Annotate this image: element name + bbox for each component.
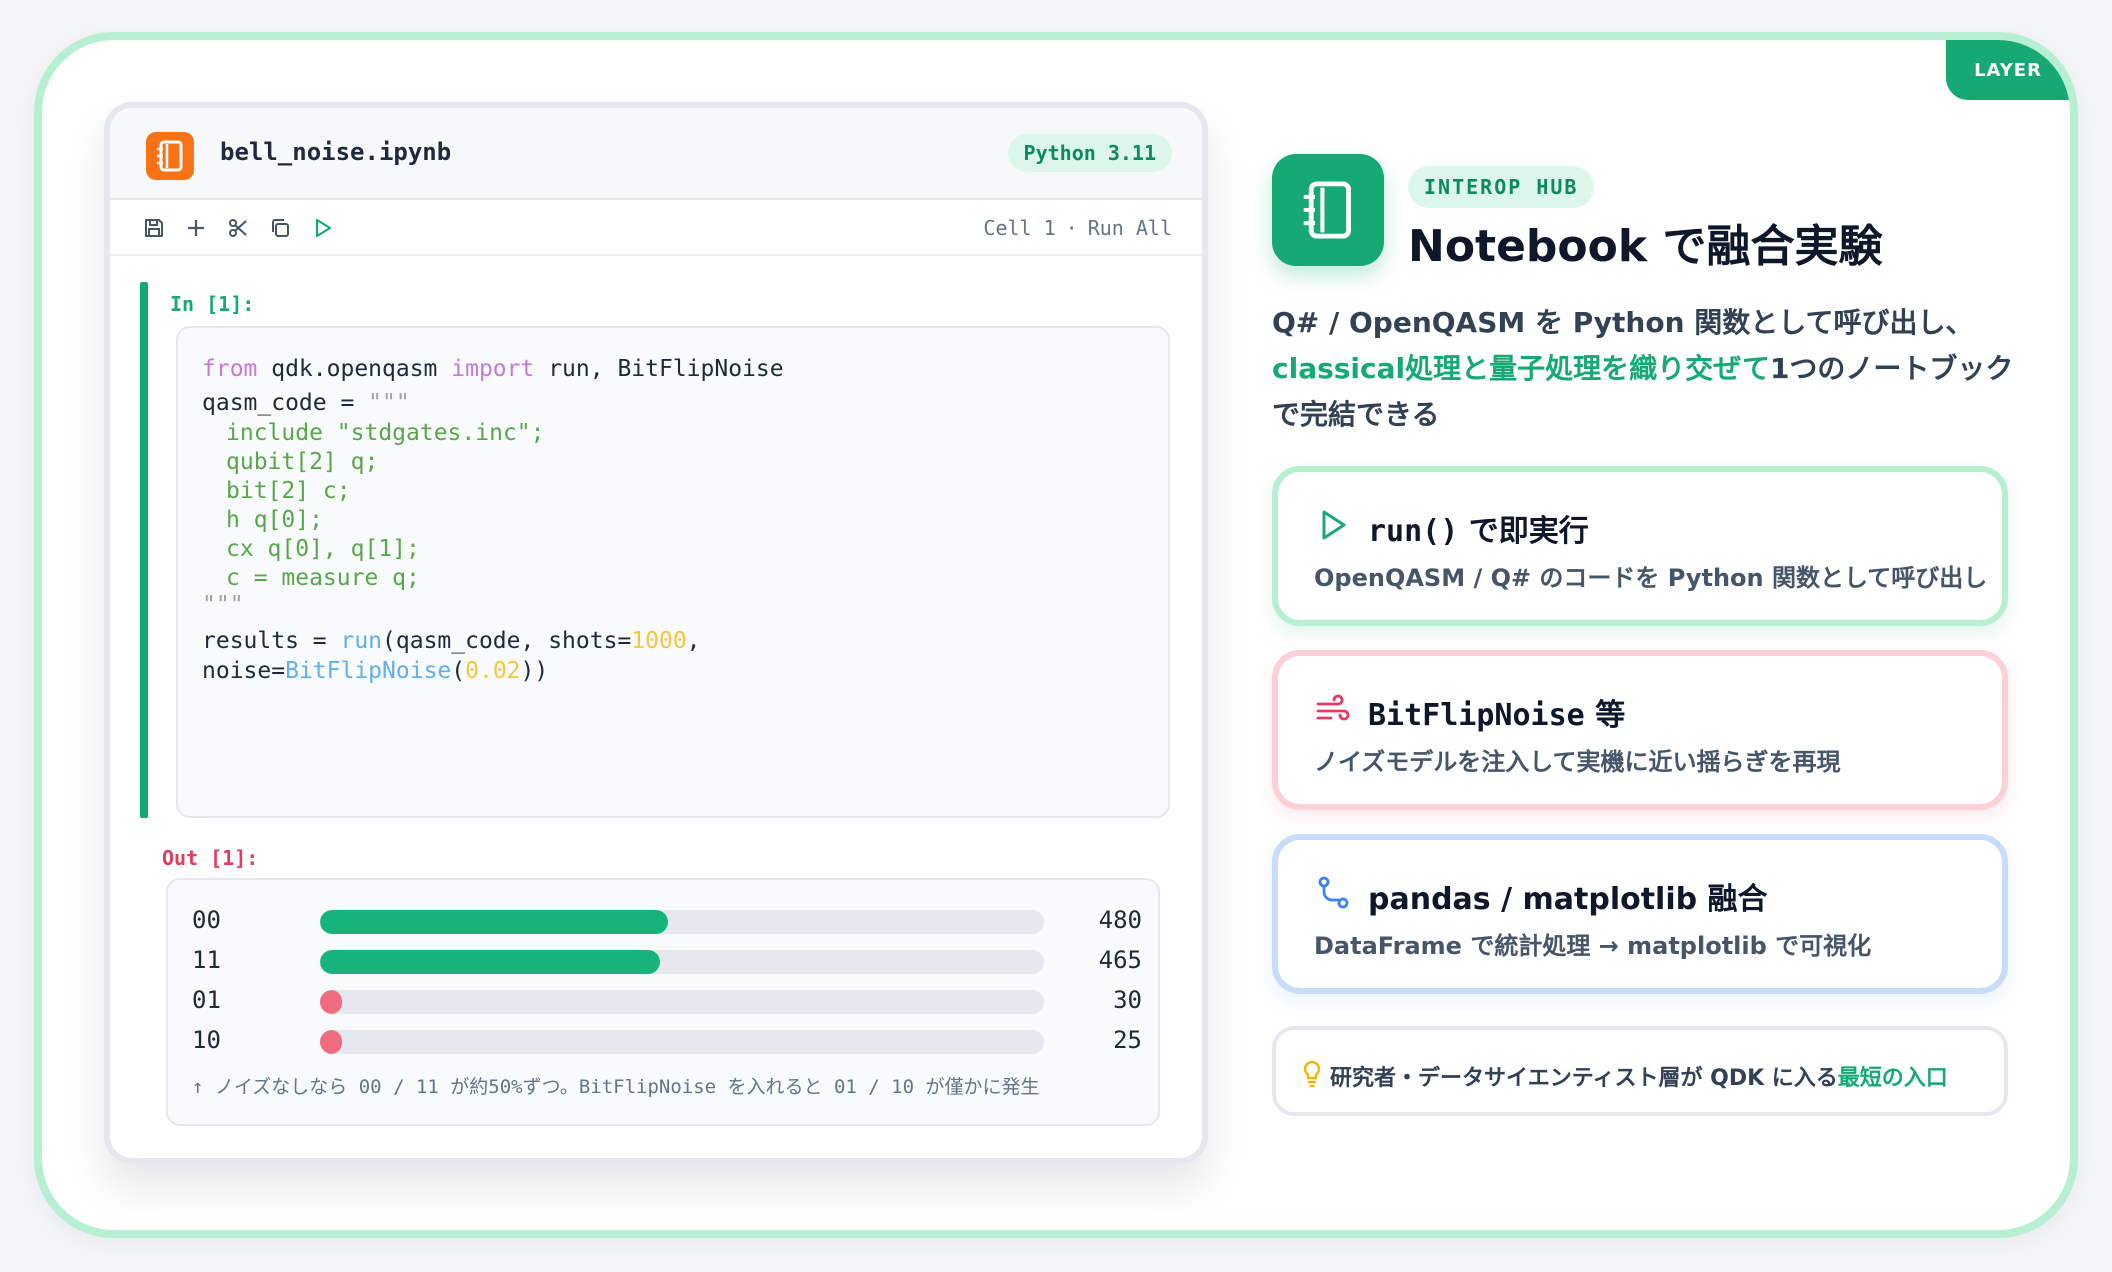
code-line: noise=BitFlipNoise(0.02)): [202, 658, 549, 684]
result-count: 30: [1113, 986, 1142, 1014]
notebook-toolbar: Cell 1 · Run All: [110, 200, 1202, 256]
code-line: from qdk.openqasm import run, BitFlipNoi…: [202, 356, 784, 382]
result-bar-track: [320, 950, 1044, 974]
result-row: 01 30: [192, 980, 1142, 1020]
notebook-header: bell_noise.ipynb Python 3.11: [110, 108, 1202, 200]
notebook-window: bell_noise.ipynb Python 3.11 Cell 1 · Ru…: [104, 102, 1208, 1164]
card-subtitle: OpenQASM / Q# のコードを Python 関数として呼び出し: [1314, 564, 1988, 592]
layer-badge: LAYER: [1946, 40, 2070, 100]
cell-active-bar: [140, 282, 148, 818]
code-line: """: [202, 592, 244, 618]
card-title: run() で即実行: [1368, 514, 1589, 549]
result-bar-fill: [320, 990, 342, 1014]
cell-indicator: Cell 1: [983, 216, 1056, 240]
result-count: 465: [1098, 946, 1142, 974]
result-bar-track: [320, 1030, 1044, 1054]
run-all-button[interactable]: Run All: [1088, 216, 1172, 240]
save-icon[interactable]: [140, 214, 168, 242]
result-count: 480: [1098, 906, 1142, 934]
in-label: In [1]:: [170, 292, 255, 316]
code-line: h q[0];: [226, 507, 323, 533]
code-line: qasm_code = """: [202, 390, 410, 416]
tip-box: 研究者・データサイエンティスト層が QDK に入る最短の入口: [1272, 1026, 2008, 1116]
result-bar-track: [320, 990, 1044, 1014]
result-key: 01: [192, 986, 221, 1014]
code-line: results = run(qasm_code, shots=1000,: [202, 628, 701, 654]
feature-card-noise: BitFlipNoise 等 ノイズモデルを注入して実機に近い揺らぎを再現: [1272, 650, 2008, 810]
result-bar-fill: [320, 910, 668, 934]
kernel-badge[interactable]: Python 3.11: [1007, 134, 1172, 172]
code-line: bit[2] c;: [226, 478, 351, 504]
result-row: 11 465: [192, 940, 1142, 980]
card-subtitle: DataFrame で統計処理 → matplotlib で可視化: [1314, 932, 1872, 960]
result-bar-fill: [320, 1030, 342, 1054]
output-area: 00 480 11 465 01 30 10 25 ↑ ノイズなしなら 00 /…: [166, 878, 1160, 1126]
play-icon: [1314, 506, 1352, 544]
copy-icon[interactable]: [266, 214, 294, 242]
tip-text: 研究者・データサイエンティスト層が QDK に入る最短の入口: [1330, 1066, 1948, 1091]
play-icon[interactable]: [308, 214, 336, 242]
code-cell[interactable]: In [1]: from qdk.openqasm import run, Bi…: [140, 282, 1184, 818]
result-key: 10: [192, 1026, 221, 1054]
code-editor[interactable]: from qdk.openqasm import run, BitFlipNoi…: [176, 326, 1170, 818]
result-count: 25: [1113, 1026, 1142, 1054]
feature-card-run: run() で即実行 OpenQASM / Q# のコードを Python 関数…: [1272, 466, 2008, 626]
result-key: 00: [192, 906, 221, 934]
feature-card-pandas: pandas / matplotlib 融合 DataFrame で統計処理 →…: [1272, 834, 2008, 994]
out-label: Out [1]:: [162, 846, 259, 870]
notebook-hub-icon: [1272, 154, 1384, 266]
wind-icon: [1314, 690, 1352, 728]
hub-description: Q# / OpenQASM を Python 関数として呼び出し、 classi…: [1272, 306, 2014, 431]
result-bar-track: [320, 910, 1044, 934]
code-line: c = measure q;: [226, 565, 420, 591]
code-line: qubit[2] q;: [226, 449, 379, 475]
plus-icon[interactable]: [182, 214, 210, 242]
interop-hub-pill: INTEROP HUB: [1408, 166, 1595, 208]
notebook-filename: bell_noise.ipynb: [220, 138, 452, 166]
card-title: pandas / matplotlib 融合: [1368, 882, 1768, 917]
notebook-icon: [146, 132, 194, 180]
hub-title: Notebook で融合実験: [1408, 221, 1883, 272]
result-row: 00 480: [192, 900, 1142, 940]
toolbar-separator: ·: [1065, 216, 1078, 240]
code-line: include "stdgates.inc";: [226, 420, 545, 446]
result-key: 11: [192, 946, 221, 974]
scissors-icon[interactable]: [224, 214, 252, 242]
code-line: cx q[0], q[1];: [226, 536, 420, 562]
lightbulb-icon: [1302, 1060, 1324, 1090]
card-title: BitFlipNoise 等: [1368, 698, 1626, 733]
result-row: 10 25: [192, 1020, 1142, 1060]
card-subtitle: ノイズモデルを注入して実機に近い揺らぎを再現: [1314, 748, 1841, 776]
result-bar-fill: [320, 950, 661, 974]
output-note: ↑ ノイズなしなら 00 / 11 が約50%ずつ。BitFlipNoise を…: [192, 1076, 1040, 1098]
